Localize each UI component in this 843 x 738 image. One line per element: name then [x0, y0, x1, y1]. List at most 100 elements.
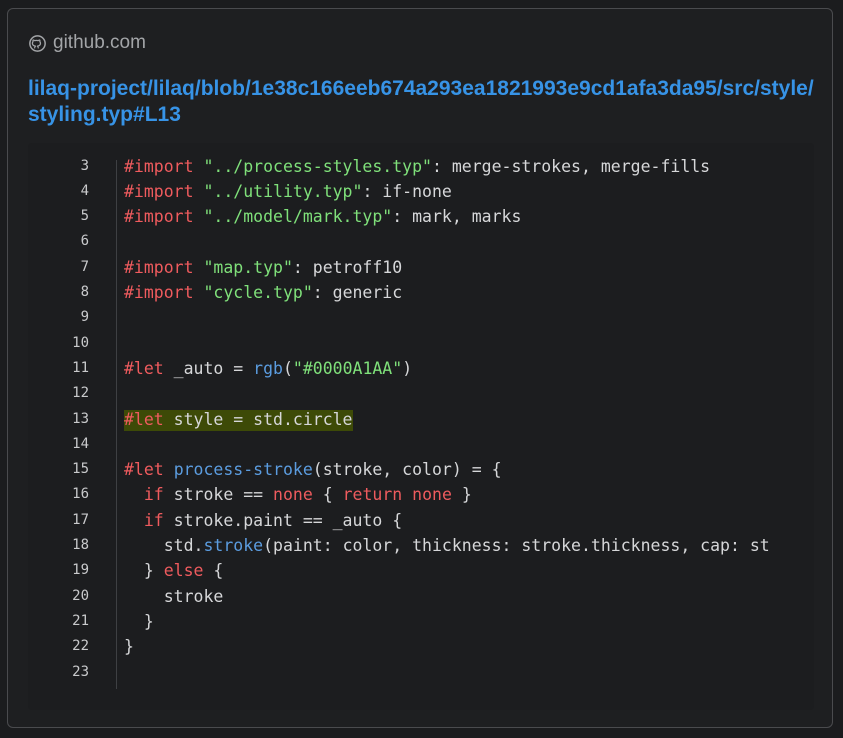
- code-token: stroke: [124, 586, 224, 606]
- site-domain: github.com: [53, 32, 146, 53]
- code-line: 19 } else {: [28, 558, 814, 583]
- code-token: (paint: color, thickness: stroke.thickne…: [263, 536, 770, 555]
- code-token: ): [402, 358, 413, 378]
- code-token: : mark, marks: [392, 207, 522, 227]
- line-number[interactable]: 6: [28, 229, 89, 254]
- code-token: "../process-styles.typ": [203, 156, 432, 176]
- code-token: "cycle.typ": [203, 283, 313, 302]
- code-token: (stroke, color) = {: [312, 460, 502, 480]
- line-number[interactable]: 17: [28, 508, 89, 533]
- code-token: : if-none: [362, 181, 452, 201]
- code-token: : petroff10: [292, 257, 403, 277]
- code-line: 5 #import "../model/mark.typ": mark, mark…: [28, 204, 814, 229]
- code-line: 14: [28, 432, 814, 457]
- line-code: #import "../utility.typ": if-none: [124, 179, 452, 204]
- line-number[interactable]: 4: [28, 179, 89, 204]
- code-line: 23: [28, 660, 814, 685]
- code-token: rgb: [253, 358, 283, 378]
- code-token: }: [124, 637, 134, 657]
- code-token: {: [203, 561, 224, 581]
- code-line: 18 std.stroke(paint: color, thickness: s…: [28, 533, 814, 558]
- line-number[interactable]: 11: [28, 356, 89, 381]
- code-token: #import: [124, 257, 194, 277]
- line-number[interactable]: 8: [28, 280, 89, 305]
- code-token: (: [282, 358, 293, 378]
- code-token: }: [451, 485, 472, 505]
- code-token: "#0000A1AA": [292, 358, 403, 378]
- line-number[interactable]: 12: [28, 381, 89, 406]
- code-token: _auto =: [163, 358, 254, 378]
- code-token: #let: [124, 460, 164, 480]
- line-number[interactable]: 21: [28, 609, 89, 634]
- code-token: }: [124, 561, 164, 581]
- code-token: "../utility.typ": [203, 181, 363, 201]
- line-number[interactable]: 3: [28, 154, 89, 179]
- code-snippet: 3 #import "../process-styles.typ": merge-…: [28, 143, 814, 710]
- file-link[interactable]: lilaq-project/lilaq/blob/1e38c166eeb674a…: [28, 76, 818, 128]
- line-number[interactable]: 7: [28, 255, 89, 280]
- code-token: #import: [124, 207, 194, 227]
- code-token: "map.typ": [203, 257, 293, 277]
- line-number[interactable]: 14: [28, 432, 89, 457]
- line-number[interactable]: 15: [28, 457, 89, 482]
- code-line: 10: [28, 331, 814, 356]
- code-line: 3 #import "../process-styles.typ": merge-…: [28, 154, 814, 179]
- line-number[interactable]: 19: [28, 558, 89, 583]
- line-code: std.stroke(paint: color, thickness: stro…: [124, 533, 770, 558]
- line-number[interactable]: 5: [28, 204, 89, 229]
- code-token: style = std.circle: [163, 409, 353, 429]
- code-token: {: [312, 485, 343, 505]
- line-number[interactable]: 9: [28, 305, 89, 330]
- code-token: none: [273, 485, 313, 505]
- line-code: stroke: [124, 584, 224, 609]
- line-number[interactable]: 22: [28, 634, 89, 659]
- line-code: #import "cycle.typ": generic: [124, 280, 402, 305]
- code-token: #let: [124, 409, 164, 429]
- code-token: #import: [124, 181, 194, 201]
- line-number[interactable]: 16: [28, 482, 89, 507]
- code-token: process-stroke: [173, 460, 313, 480]
- site-header: github.com: [29, 32, 146, 54]
- line-number[interactable]: 13: [28, 407, 89, 432]
- code-line: 7 #import "map.typ": petroff10: [28, 255, 814, 280]
- code-token: #let: [124, 358, 164, 378]
- code-line: 11 #let _auto = rgb("#0000A1AA"): [28, 356, 814, 381]
- code-line: 13 #let style = std.circle: [28, 407, 814, 432]
- line-code: #let process-stroke(stroke, color) = {: [124, 457, 502, 482]
- code-token: "../model/mark.typ": [203, 207, 393, 227]
- code-line: 6: [28, 229, 814, 254]
- line-code: if stroke.paint == _auto {: [124, 508, 402, 533]
- link-preview-card[interactable]: github.com lilaq-project/lilaq/blob/1e38…: [7, 8, 833, 728]
- line-code: #import "../process-styles.typ": merge-s…: [124, 154, 710, 179]
- code-token: return: [342, 485, 403, 505]
- line-code: #let style = std.circle: [124, 407, 353, 432]
- code-token: : generic: [312, 283, 403, 302]
- line-code: } else {: [124, 558, 224, 583]
- code-token: none: [412, 485, 452, 505]
- line-number[interactable]: 23: [28, 660, 89, 685]
- line-number[interactable]: 20: [28, 584, 89, 609]
- line-number[interactable]: 18: [28, 533, 89, 558]
- highlighted-line: #let style = std.circle: [124, 409, 353, 431]
- code-token: }: [124, 611, 154, 631]
- code-token: stroke ==: [163, 485, 274, 505]
- line-number[interactable]: 10: [28, 331, 89, 356]
- line-code: #import "../model/mark.typ": mark, marks: [124, 204, 521, 229]
- line-code: #import "map.typ": petroff10: [124, 255, 402, 280]
- github-icon: [29, 34, 46, 52]
- code-token: stroke: [203, 536, 264, 555]
- code-token: std.: [124, 536, 204, 555]
- line-code: }: [124, 609, 154, 634]
- code-token: if: [143, 485, 164, 505]
- code-token: if: [143, 510, 164, 530]
- line-code: if stroke == none { return none }: [124, 482, 472, 507]
- code-token: stroke.paint == _auto {: [163, 510, 403, 530]
- code-line: 17 if stroke.paint == _auto {: [28, 508, 814, 533]
- code-token: #import: [124, 156, 194, 176]
